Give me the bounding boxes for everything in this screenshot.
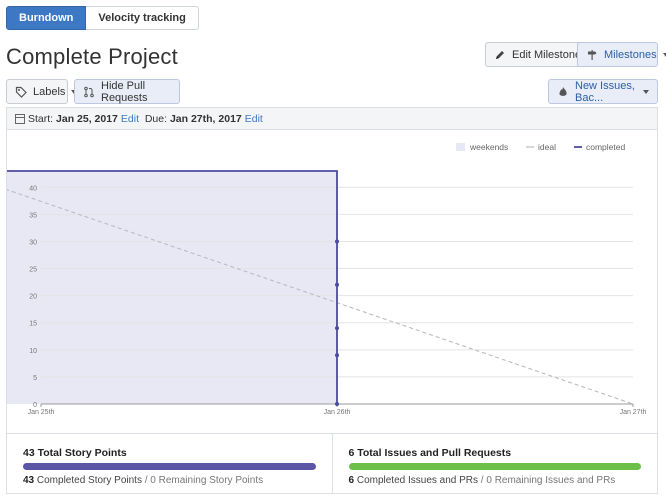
chevron-down-icon xyxy=(643,89,649,94)
story-points-remaining-text: / 0 Remaining Story Points xyxy=(141,475,264,486)
hide-pull-requests-label: Hide Pull Requests xyxy=(101,79,148,104)
y-tick-label: 40 xyxy=(29,185,37,192)
y-tick-label: 25 xyxy=(29,267,37,274)
x-tick-label: Jan 25th xyxy=(28,409,55,416)
story-points-summary: 43 Total Story Points 43 Completed Story… xyxy=(7,434,332,493)
flame-icon xyxy=(557,86,569,98)
summary-footer: 43 Total Story Points 43 Completed Story… xyxy=(7,433,657,493)
issues-title: 6 Total Issues and Pull Requests xyxy=(348,447,512,459)
y-tick-label: 30 xyxy=(29,239,37,246)
issues-progress-bar xyxy=(348,463,641,470)
issues-remaining-text: / 0 Remaining Issues and PRs xyxy=(478,475,616,486)
story-points-title: 43 Total Story Points xyxy=(23,447,127,459)
completed-point xyxy=(335,282,339,287)
start-label: Start: xyxy=(28,112,54,125)
pull-request-icon xyxy=(83,86,95,98)
y-tick-label: 0 xyxy=(33,402,37,409)
issues-summary: 6 Total Issues and Pull Requests 6 Compl… xyxy=(331,434,658,493)
tab-burndown[interactable]: Burndown xyxy=(6,6,87,30)
milestones-label: Milestones xyxy=(604,48,657,61)
page-title: Complete Project xyxy=(6,44,178,69)
y-tick-label: 35 xyxy=(29,212,37,219)
edit-due-date-link[interactable]: Edit xyxy=(245,113,263,125)
story-points-completed-count: 43 xyxy=(23,475,35,486)
start-date: Jan 25, 2017 xyxy=(56,112,118,125)
edit-milestone-button[interactable]: Edit Milestone xyxy=(485,42,591,67)
completed-point xyxy=(335,326,339,331)
chevron-down-icon xyxy=(662,52,666,57)
story-points-detail: 43 Completed Story Points / 0 Remaining … xyxy=(23,475,316,486)
completed-point xyxy=(335,353,339,358)
labels-label: Labels xyxy=(33,85,66,98)
tag-icon xyxy=(15,86,27,98)
view-tabs: Burndown Velocity tracking xyxy=(6,6,199,30)
burndown-chart: 0 5 10 15 20 25 30 35 40 Jan 25th Jan 26th Jan 27th… xyxy=(0,131,657,433)
burndown-chart-svg: 0 5 10 15 20 25 30 35 40 Jan 25th Jan 26th Jan 27th… xyxy=(0,142,647,416)
story-points-completed-text: Completed Story Points xyxy=(34,475,142,486)
tab-velocity-tracking[interactable]: Velocity tracking xyxy=(86,6,199,30)
issues-filter-label: New Issues, Bac... xyxy=(575,79,635,104)
edit-start-date-link[interactable]: Edit xyxy=(121,113,139,125)
due-date: Jan 27th, 2017 xyxy=(169,112,242,125)
labels-dropdown[interactable]: Labels xyxy=(6,79,78,104)
legend-label-weekends: weekends xyxy=(469,142,508,152)
milestone-dates-bar: Start: Jan 25, 2017 Edit Due: Jan 27th, … xyxy=(7,108,657,130)
hide-pull-requests-toggle[interactable]: Hide Pull Requests xyxy=(74,79,180,104)
y-tick-label: 5 xyxy=(33,375,37,382)
due-label: Due: xyxy=(144,112,168,125)
completed-point xyxy=(335,402,339,406)
completed-point xyxy=(335,239,339,244)
issues-filter-dropdown[interactable]: New Issues, Bac... xyxy=(548,79,658,104)
signpost-icon xyxy=(586,49,598,61)
y-tick-label: 20 xyxy=(29,294,37,301)
legend-label-completed: completed xyxy=(586,142,625,152)
y-tick-label: 15 xyxy=(29,321,37,328)
y-tick-label: 10 xyxy=(29,348,37,355)
calendar-icon xyxy=(15,113,25,124)
milestones-dropdown[interactable]: Milestones xyxy=(577,42,666,67)
legend-swatch-weekends xyxy=(456,143,465,151)
burndown-panel: Start: Jan 25, 2017 Edit Due: Jan 27th, … xyxy=(0,107,658,494)
x-tick-label: Jan 27th xyxy=(620,409,647,416)
edit-milestone-label: Edit Milestone xyxy=(512,48,582,61)
weekend-shading xyxy=(0,171,337,404)
x-tick-label: Jan 26th xyxy=(324,409,351,416)
pencil-icon xyxy=(494,49,506,61)
story-points-progress-bar xyxy=(23,463,316,470)
issues-detail: 6 Completed Issues and PRs / 0 Remaining… xyxy=(349,475,642,486)
legend-label-ideal: ideal xyxy=(538,142,556,152)
issues-completed-text: Completed Issues and PRs xyxy=(354,475,479,486)
